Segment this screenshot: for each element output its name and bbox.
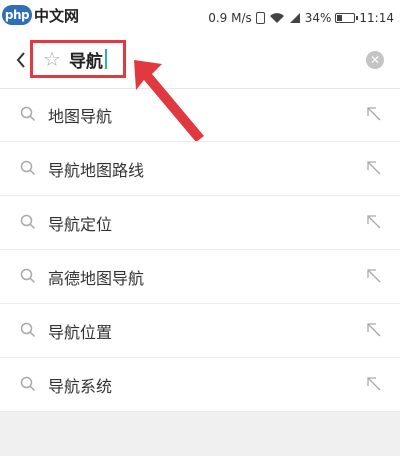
arrow-up-left-icon[interactable] <box>366 106 382 122</box>
search-icon <box>20 376 36 392</box>
suggestion-item[interactable]: 地图导航 <box>0 88 400 142</box>
status-bar: php 中文网 0.9 M/s 34% 11:14 <box>0 0 400 34</box>
search-icon <box>20 106 36 122</box>
network-speed: 0.9 M/s <box>208 11 252 25</box>
suggestion-label: 地图导航 <box>48 107 113 126</box>
back-icon[interactable] <box>14 49 28 71</box>
clear-button[interactable]: ✕ <box>366 51 384 69</box>
suggestion-label: 导航位置 <box>48 323 113 342</box>
suggestion-label: 导航地图路线 <box>48 161 145 180</box>
battery-icon <box>335 13 359 23</box>
battery-fill <box>337 15 342 21</box>
arrow-up-left-icon[interactable] <box>366 214 382 230</box>
arrow-up-left-icon[interactable] <box>366 268 382 284</box>
wifi-icon <box>269 12 285 24</box>
suggestion-item[interactable]: 高德地图导航 <box>0 250 400 304</box>
clock: 11:14 <box>359 11 394 25</box>
status-indicators: 0.9 M/s 34% 11:14 <box>208 9 394 27</box>
search-input[interactable]: ☆ 导航 <box>30 40 126 78</box>
search-icon <box>20 322 36 338</box>
suggestion-label: 导航定位 <box>48 215 113 234</box>
arrow-up-left-icon[interactable] <box>366 322 382 338</box>
search-header: ☆ 导航 ✕ <box>0 34 400 89</box>
arrow-up-left-icon[interactable] <box>366 376 382 392</box>
text-caret <box>104 49 107 69</box>
star-icon: ☆ <box>43 47 61 71</box>
suggestion-list: 地图导航 导航地图路线 导航定位 高德地图导航 导航位置 导航系统 <box>0 88 400 412</box>
watermark: php 中文网 <box>2 4 79 26</box>
search-query: 导航 <box>68 51 103 72</box>
suggestion-item[interactable]: 导航位置 <box>0 304 400 358</box>
suggestion-label: 导航系统 <box>48 377 113 396</box>
watermark-text: 中文网 <box>34 6 80 25</box>
suggestion-item[interactable]: 导航地图路线 <box>0 142 400 196</box>
battery-percent: 34% <box>304 11 332 25</box>
list-footer-area <box>0 412 400 456</box>
clear-icon: ✕ <box>369 53 381 67</box>
suggestion-item[interactable]: 导航定位 <box>0 196 400 250</box>
search-icon <box>20 268 36 284</box>
search-icon <box>20 160 36 176</box>
search-icon <box>20 214 36 230</box>
arrow-up-left-icon[interactable] <box>366 160 382 176</box>
watermark-logo: php <box>2 5 32 25</box>
signal-icon <box>289 12 301 24</box>
vibrate-icon <box>255 12 265 24</box>
suggestion-label: 高德地图导航 <box>48 269 145 288</box>
suggestion-item[interactable]: 导航系统 <box>0 358 400 412</box>
